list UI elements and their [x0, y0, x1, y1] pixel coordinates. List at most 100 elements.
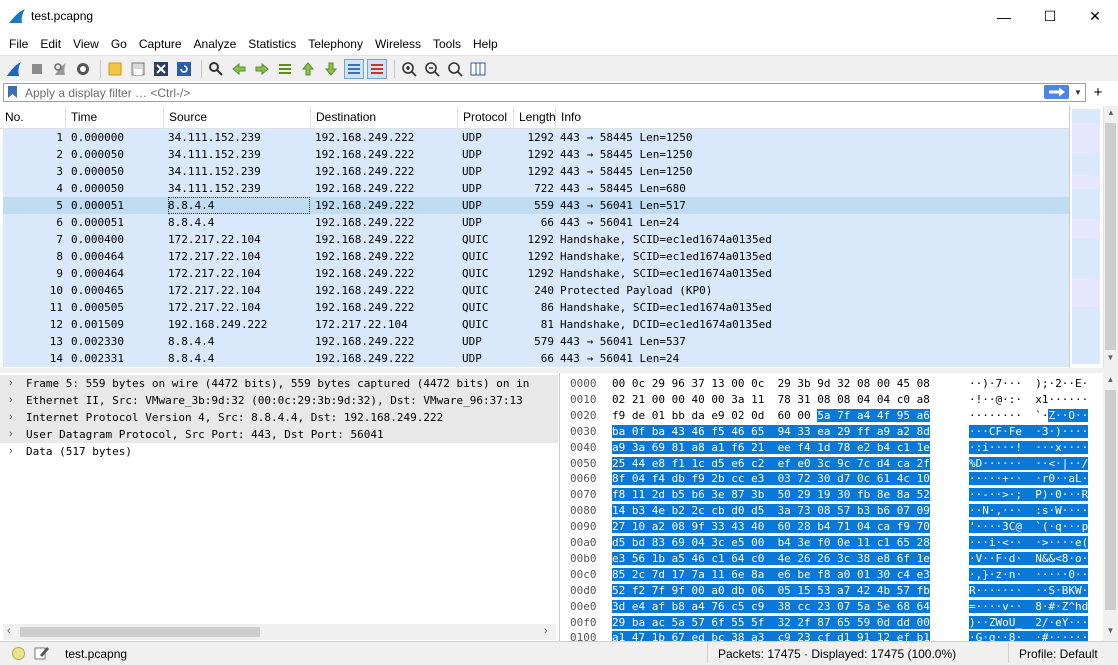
hex-row[interactable]: 0070 f8 11 2d b5 b6 3e 87 3b 50 29 19 30 … — [563, 487, 1089, 503]
normal-size-button[interactable] — [445, 59, 465, 79]
details-scroll-thumb[interactable] — [20, 627, 260, 637]
packet-row[interactable]: 10 0.000465 172.217.22.104 192.168.249.222 Q… — [3, 282, 1069, 299]
packet-row[interactable]: 3 0.000050 34.111.152.239 192.168.249.222 UD… — [3, 163, 1069, 180]
packet-row[interactable]: 5 0.000051 8.8.4.4 192.168.249.222 UDP 559 443… — [3, 197, 1069, 214]
column-header-protocol[interactable]: Protocol — [458, 106, 514, 129]
packet-row[interactable]: 12 0.001509 192.168.249.222 172.217.22.104 Q… — [3, 316, 1069, 333]
packet-row[interactable]: 11 0.000505 172.217.22.104 192.168.249.222 Q… — [3, 299, 1069, 316]
save-file-button[interactable] — [128, 59, 148, 79]
menu-wireless[interactable]: Wireless — [369, 33, 427, 55]
expand-chevron-icon[interactable]: › — [9, 375, 13, 392]
bytes-scroll-thumb[interactable] — [1105, 390, 1116, 610]
go-forward-button[interactable] — [252, 59, 272, 79]
display-filter-input[interactable] — [25, 84, 1025, 101]
menu-capture[interactable]: Capture — [133, 33, 188, 55]
hex-row[interactable]: 0040 a9 3a 69 81 a8 a1 f6 21 ee f4 1d 78 … — [563, 440, 1089, 456]
add-filter-button[interactable]: + — [1090, 83, 1106, 102]
hex-row[interactable]: 00e0 3d e4 af b8 a4 76 c5 c9 38 cc 23 07 … — [563, 599, 1089, 615]
packet-list-scroll-thumb[interactable] — [1105, 123, 1116, 350]
detail-tree-item[interactable]: › Ethernet II, Src: VMware_3b:9d:32 (00:0… — [0, 392, 558, 409]
detail-tree-item[interactable]: › Frame 5: 559 bytes on wire (4472 bits),… — [0, 375, 558, 392]
menu-analyze[interactable]: Analyze — [188, 33, 243, 55]
menu-view[interactable]: View — [67, 33, 105, 55]
status-profile[interactable]: Profile: Default — [1019, 647, 1098, 661]
stop-capture-button[interactable] — [27, 59, 47, 79]
first-packet-button[interactable] — [298, 59, 318, 79]
hex-row[interactable]: 0080 14 b3 4e b2 2c cb d0 d5 3a 73 08 57 … — [563, 503, 1089, 519]
shark-fin-start-button[interactable] — [4, 59, 24, 79]
colorize-button[interactable] — [367, 58, 387, 79]
hex-highlighted: 85 2c 7d 17 7a 11 6e 8a e6 be f8 a0 01 3… — [612, 567, 930, 581]
hex-row[interactable]: 0030 ba 0f ba 43 46 f5 46 65 94 33 ea 29 … — [563, 424, 1089, 440]
hex-row[interactable]: 00b0 e3 56 1b a5 46 c1 64 c0 4e 26 26 3c … — [563, 551, 1089, 567]
hex-row[interactable]: 0050 25 44 e8 f1 1c d5 e6 c2 ef e0 3c 9c … — [563, 456, 1089, 472]
packet-row[interactable]: 4 0.000050 34.111.152.239 192.168.249.222 UD… — [3, 180, 1069, 197]
hex-row[interactable]: 0060 8f 04 f4 db f9 2b cc e3 03 72 30 d7 … — [563, 471, 1089, 487]
hex-row[interactable]: 00a0 d5 bd 83 69 04 3c e5 00 b4 3e f0 0e … — [563, 535, 1089, 551]
apply-filter-button[interactable] — [1044, 85, 1069, 99]
open-file-button[interactable] — [105, 59, 125, 79]
maximize-button[interactable]: ☐ — [1027, 0, 1073, 33]
hex-row[interactable]: 0090 27 10 a2 08 9f 33 43 40 60 28 b4 71 … — [563, 519, 1089, 535]
ascii-bytes: =····v·· 8·#·Z^hd — [969, 599, 1089, 615]
zoom-in-button[interactable] — [399, 59, 419, 79]
close-file-button[interactable] — [151, 59, 171, 79]
reload-file-button[interactable] — [174, 59, 194, 79]
go-to-packet-button[interactable] — [275, 59, 295, 79]
column-header-length[interactable]: Length — [514, 106, 556, 129]
menu-statistics[interactable]: Statistics — [242, 33, 302, 55]
last-packet-button[interactable] — [321, 59, 341, 79]
packet-row[interactable]: 9 0.000464 172.217.22.104 192.168.249.222 QU… — [3, 265, 1069, 282]
packet-cell-proto: UDP — [462, 131, 482, 144]
packet-row[interactable]: 14 0.002331 8.8.4.4 192.168.249.222 UDP 66 443… — [3, 350, 1069, 367]
restart-capture-button[interactable] — [50, 59, 70, 79]
hex-row[interactable]: 00c0 85 2c 7d 17 7a 11 6e 8a e6 be f8 a0 … — [563, 567, 1089, 583]
menu-go[interactable]: Go — [105, 33, 133, 55]
packet-row[interactable]: 8 0.000464 172.217.22.104 192.168.249.222 QU… — [3, 248, 1069, 265]
expand-chevron-icon[interactable]: › — [9, 392, 13, 409]
hex-row[interactable]: 0020 f9 de 01 bb da e9 02 0d 60 00 5a 7f … — [563, 408, 1089, 424]
close-button[interactable]: ✕ — [1072, 0, 1118, 33]
packet-row[interactable]: 1 0.000000 34.111.152.239 192.168.249.222 UD… — [3, 129, 1069, 146]
column-header-time[interactable]: Time — [66, 106, 164, 129]
expand-chevron-icon[interactable]: › — [9, 409, 13, 426]
find-packet-button[interactable] — [206, 59, 226, 79]
packet-row[interactable]: 6 0.000051 8.8.4.4 192.168.249.222 UDP 66 443 … — [3, 214, 1069, 231]
hex-row[interactable]: 00d0 52 f2 7f 9f 00 a0 db 06 05 15 53 a7 … — [563, 583, 1089, 599]
packet-row[interactable]: 13 0.002330 8.8.4.4 192.168.249.222 UDP 579 44… — [3, 333, 1069, 350]
bookmark-icon[interactable] — [8, 86, 17, 98]
packet-minimap[interactable] — [1069, 106, 1103, 368]
zoom-out-button[interactable] — [422, 59, 442, 79]
menu-tools[interactable]: Tools — [427, 33, 467, 55]
packet-row[interactable]: 7 0.000400 172.217.22.104 192.168.249.222 QU… — [3, 231, 1069, 248]
column-header-info[interactable]: Info — [556, 106, 1069, 129]
filter-history-dropdown[interactable]: ▼ — [1071, 84, 1085, 101]
packet-row[interactable]: 2 0.000050 34.111.152.239 192.168.249.222 UD… — [3, 146, 1069, 163]
column-header-destination[interactable]: Destination — [311, 106, 458, 129]
expand-chevron-icon[interactable]: › — [9, 426, 13, 443]
hex-offset: 00a0 — [570, 536, 597, 549]
column-header-no[interactable]: No. — [0, 106, 66, 129]
hex-row[interactable]: 0010 02 21 00 00 40 00 3a 11 78 31 08 08 … — [563, 392, 1088, 408]
autoscroll-button[interactable] — [344, 58, 364, 79]
detail-tree-item[interactable]: › User Datagram Protocol, Src Port: 443, … — [0, 426, 558, 443]
capture-options-button[interactable] — [73, 59, 93, 79]
expand-chevron-icon[interactable]: › — [9, 443, 13, 460]
menu-help[interactable]: Help — [467, 33, 504, 55]
menu-file[interactable]: File — [3, 33, 34, 55]
minimize-button[interactable]: — — [981, 0, 1027, 33]
expert-info-led-icon[interactable] — [12, 647, 25, 660]
packet-cell-time: 0.000051 — [71, 216, 124, 229]
detail-tree-item[interactable]: › Internet Protocol Version 4, Src: 8.8.4… — [0, 409, 558, 426]
bytes-scroll-down-arrow[interactable]: ▼ — [1103, 626, 1118, 635]
hex-row[interactable]: 0000 00 0c 29 96 37 13 00 0c 29 3b 9d 32 … — [563, 376, 1088, 392]
go-back-button[interactable] — [229, 59, 249, 79]
menu-edit[interactable]: Edit — [34, 33, 67, 55]
capture-comment-icon[interactable] — [34, 645, 50, 661]
hex-row[interactable]: 00f0 29 ba ac 5a 57 6f 55 5f 32 2f 87 65 … — [563, 615, 1089, 631]
scroll-down-arrow[interactable]: ▼ — [1103, 353, 1118, 362]
menu-telephony[interactable]: Telephony — [302, 33, 369, 55]
resize-columns-button[interactable] — [468, 59, 488, 79]
detail-tree-item[interactable]: › Data (517 bytes) — [0, 443, 558, 460]
column-header-source[interactable]: Source — [164, 106, 311, 129]
